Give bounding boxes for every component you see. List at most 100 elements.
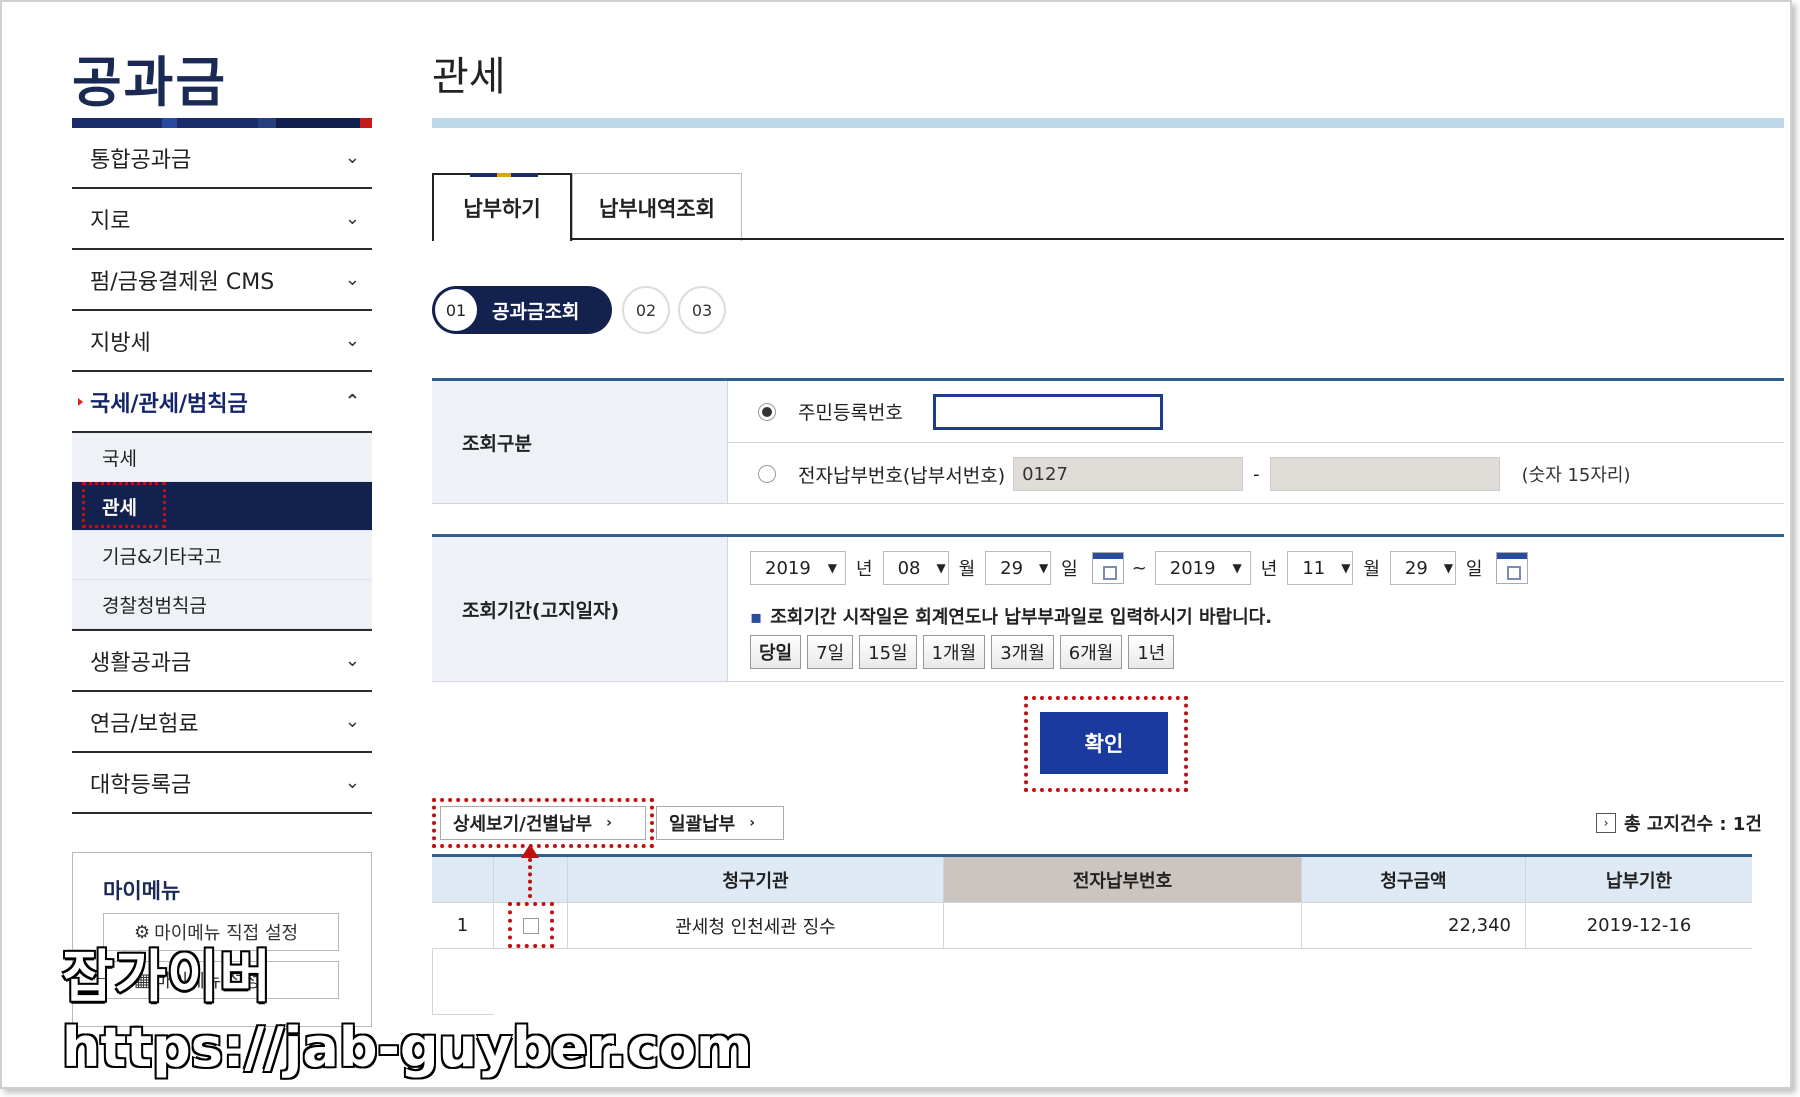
sidebar-item-integrated-bills[interactable]: 통합공과금 ⌄	[72, 128, 372, 189]
mymenu-title: 마이메뉴	[103, 879, 181, 903]
step-1: 01 공과금조회	[432, 286, 612, 334]
resident-number-input[interactable]	[932, 393, 1163, 430]
period-note-text: 조회기간 시작일은 회계연도나 납부부과일로 입력하시기 바랍니다.	[770, 607, 1273, 628]
epay-prefix-input[interactable]: 0127	[1013, 457, 1244, 491]
from-day-value: 29	[1000, 557, 1024, 579]
resident-number-radio[interactable]	[758, 402, 776, 421]
epay-hint: (숫자 15자리)	[1521, 465, 1631, 486]
chevron-right-icon: ›	[749, 815, 756, 831]
tab-history[interactable]: 납부내역조회	[572, 173, 742, 241]
annotation-arrow	[528, 858, 532, 898]
sidebar-item-pension[interactable]: 연금/보험료 ⌄	[72, 692, 372, 753]
chevron-down-icon: ⌄	[344, 330, 360, 351]
day-unit: 일	[1061, 559, 1078, 580]
table-empty-space	[432, 949, 494, 1015]
dropdown-arrow-icon: ▼	[827, 561, 837, 575]
step-3: 03	[678, 286, 726, 334]
to-day-select[interactable]: 29 ▼	[1389, 551, 1456, 585]
from-year-value: 2019	[765, 557, 811, 579]
page-title: 관세	[432, 54, 506, 100]
dropdown-arrow-icon: ▼	[1443, 561, 1454, 575]
epay-number-radio[interactable]	[758, 465, 776, 483]
chevron-right-icon: ›	[1596, 813, 1616, 833]
range-tilde: ~	[1131, 557, 1147, 579]
row-amount: 22,340	[1302, 903, 1526, 948]
calendar-icon[interactable]	[1091, 552, 1124, 584]
sidebar-title-bar	[72, 118, 372, 128]
dropdown-arrow-icon: ▼	[1232, 561, 1242, 575]
sidebar-item-local-tax[interactable]: 지방세 ⌄	[72, 311, 372, 372]
chevron-down-icon: ⌄	[344, 650, 360, 671]
search-option-resident: 주민등록번호	[728, 381, 1784, 443]
header-agency: 청구기관	[568, 857, 944, 902]
resident-number-label: 주민등록번호	[798, 402, 903, 424]
chevron-down-icon: ⌄	[344, 772, 360, 793]
watermark-url: https://jab-guyber.com	[62, 1016, 753, 1079]
sidebar-subitem-funds[interactable]: 기금&기타국고	[72, 531, 372, 580]
table-row: 1 관세청 인천세관 징수 22,340 2019-12-16	[432, 903, 1752, 949]
chevron-down-icon: ⌄	[344, 208, 360, 229]
sidebar-title: 공과금	[72, 51, 228, 114]
sidebar-item-tuition[interactable]: 대학등록금 ⌄	[72, 753, 372, 814]
sidebar-item-label: 지로	[90, 208, 131, 234]
period-section: 조회기간(고지일자) 2019 ▼ 년 08 ▼ 월 29 ▼ 일 ~ 2019 ▼ 년…	[432, 534, 1784, 682]
active-marker-icon	[78, 398, 83, 406]
from-year-select[interactable]: 2019 ▼	[750, 551, 846, 585]
sidebar-menu: 통합공과금 ⌄ 지로 ⌄ 펌/금융결제원 CMS ⌄ 지방세 ⌄ 국세/관세/범…	[72, 128, 372, 814]
to-day-value: 29	[1404, 557, 1428, 579]
search-type-section: 조회구분 주민등록번호 전자납부번호(납부서번호) 0127 - (숫자 15자…	[432, 378, 1784, 504]
chevron-right-icon: ›	[606, 815, 612, 831]
period-15d-button[interactable]: 15일	[859, 635, 917, 669]
from-day-select[interactable]: 29 ▼	[985, 551, 1052, 585]
to-month-select[interactable]: 11 ▼	[1287, 551, 1354, 585]
sidebar-item-living-bills[interactable]: 생활공과금 ⌄	[72, 631, 372, 692]
sidebar-item-label: 연금/보험료	[90, 711, 199, 737]
sidebar-subitem-national-tax[interactable]: 국세	[72, 433, 372, 482]
tab-payment[interactable]: 납부하기	[432, 173, 572, 241]
to-year-value: 2019	[1169, 557, 1216, 579]
sidebar-item-cms[interactable]: 펌/금융결제원 CMS ⌄	[72, 250, 372, 311]
period-today-button[interactable]: 당일	[750, 635, 802, 669]
sidebar-item-national-tax[interactable]: 국세/관세/범칙금 ⌃	[72, 372, 372, 433]
detail-view-button[interactable]: 상세보기/건별납부 ›	[440, 806, 646, 840]
period-1m-button[interactable]: 1개월	[922, 635, 986, 669]
watermark-name: 잡가이버	[62, 945, 273, 1010]
step-number: 01	[434, 288, 478, 332]
table-header: 청구기관 전자납부번호 청구금액 납부기한	[432, 857, 1752, 903]
epay-number-input[interactable]	[1269, 457, 1500, 491]
period-1y-button[interactable]: 1년	[1128, 635, 1175, 669]
month-unit: 월	[958, 559, 976, 580]
search-type-label: 조회구분	[432, 381, 728, 503]
sidebar-item-label: 펌/금융결제원 CMS	[90, 269, 275, 295]
chevron-down-icon: ⌄	[344, 711, 360, 732]
month-unit: 월	[1363, 559, 1380, 580]
sidebar-item-giro[interactable]: 지로 ⌄	[72, 189, 372, 250]
header-no	[432, 857, 494, 902]
sidebar-subitem-police-fines[interactable]: 경찰청범칙금	[72, 580, 372, 629]
confirm-button[interactable]: 확인	[1040, 712, 1168, 774]
row-due-date: 2019-12-16	[1586, 915, 1692, 936]
year-unit: 년	[1260, 559, 1278, 580]
from-month-select[interactable]: 08 ▼	[882, 551, 949, 585]
separator: -	[1253, 463, 1260, 485]
period-buttons: 당일 7일 15일 1개월 3개월 6개월 1년	[750, 635, 1175, 669]
period-label: 조회기간(고지일자)	[432, 537, 728, 681]
date-range: 2019 ▼ 년 08 ▼ 월 29 ▼ 일 ~ 2019 ▼ 년 11 ▼ 월 29 ▼ …	[728, 551, 1529, 585]
bulk-payment-button[interactable]: 일괄납부 ›	[656, 806, 784, 840]
sidebar-item-label: 통합공과금	[90, 147, 192, 173]
row-no: 1	[432, 903, 494, 948]
period-6m-button[interactable]: 6개월	[1059, 635, 1123, 669]
chevron-down-icon: ⌄	[344, 147, 360, 168]
arrow-up-icon	[521, 844, 539, 858]
day-unit: 일	[1465, 559, 1483, 580]
bullet-icon: ▪	[750, 607, 763, 628]
period-3m-button[interactable]: 3개월	[991, 635, 1054, 669]
sidebar-subitem-customs[interactable]: 관세	[72, 482, 372, 531]
tab-divider	[432, 238, 1784, 240]
to-month-value: 11	[1302, 557, 1326, 579]
step-2: 02	[622, 286, 670, 334]
chevron-down-icon: ⌄	[344, 269, 360, 290]
to-year-select[interactable]: 2019 ▼	[1154, 551, 1251, 585]
period-7d-button[interactable]: 7일	[807, 635, 854, 669]
calendar-icon[interactable]	[1496, 552, 1529, 584]
